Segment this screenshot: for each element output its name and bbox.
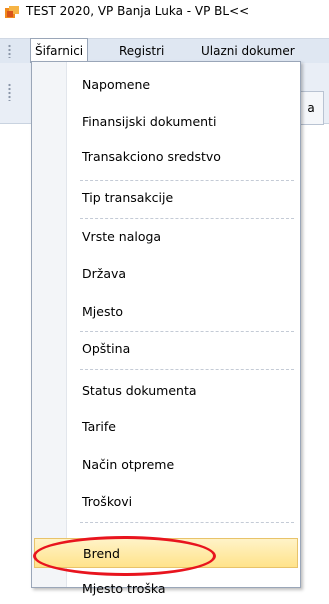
menubar-grip-icon[interactable]: [8, 44, 11, 58]
menu-item-troskovi[interactable]: Troškovi: [34, 487, 298, 517]
menu-item-tip-transakcije[interactable]: Tip transakcije: [34, 183, 298, 213]
title-bar: TEST 2020, VP Banja Luka - VP BL<<: [0, 0, 329, 24]
menu-item-napomene[interactable]: Napomene: [34, 70, 298, 100]
sifarnici-dropdown: Napomene Finansijski dokumenti Transakci…: [31, 61, 301, 596]
menu-item-mjesto-troska[interactable]: Mjesto troška: [34, 574, 298, 604]
menu-item-vrste-naloga[interactable]: Vrste naloga: [34, 222, 298, 252]
menu-item-tarife[interactable]: Tarife: [34, 412, 298, 442]
menu-separator: [80, 180, 294, 181]
window-title: TEST 2020, VP Banja Luka - VP BL<<: [26, 4, 250, 18]
menu-item-brend[interactable]: Brend: [34, 538, 298, 568]
menu-item-transakciono-sredstvo[interactable]: Transakciono sredstvo: [34, 142, 298, 172]
menu-item-mjesto[interactable]: Mjesto: [34, 297, 298, 327]
app-icon: [5, 6, 19, 18]
menu-item-drzava[interactable]: Država: [34, 259, 298, 289]
menu-item-nacin-otpreme[interactable]: Način otpreme: [34, 450, 298, 480]
menu-ulazni-dokumenti[interactable]: Ulazni dokumer: [197, 39, 299, 63]
menu-sifarnici[interactable]: Šifarnici: [30, 38, 89, 63]
toolbar-grip-icon[interactable]: [8, 83, 11, 101]
menu-separator: [80, 218, 294, 219]
menu-separator: [80, 522, 294, 523]
menu-registri[interactable]: Registri: [115, 39, 168, 63]
menu-item-status-dokumenta[interactable]: Status dokumenta: [34, 376, 298, 406]
menu-separator: [80, 369, 294, 370]
menu-item-finansijski-dokumenti[interactable]: Finansijski dokumenti: [34, 107, 298, 137]
menu-separator: [80, 331, 294, 332]
menu-item-opstina[interactable]: Opština: [34, 334, 298, 364]
toolbar-button[interactable]: a: [298, 91, 324, 125]
